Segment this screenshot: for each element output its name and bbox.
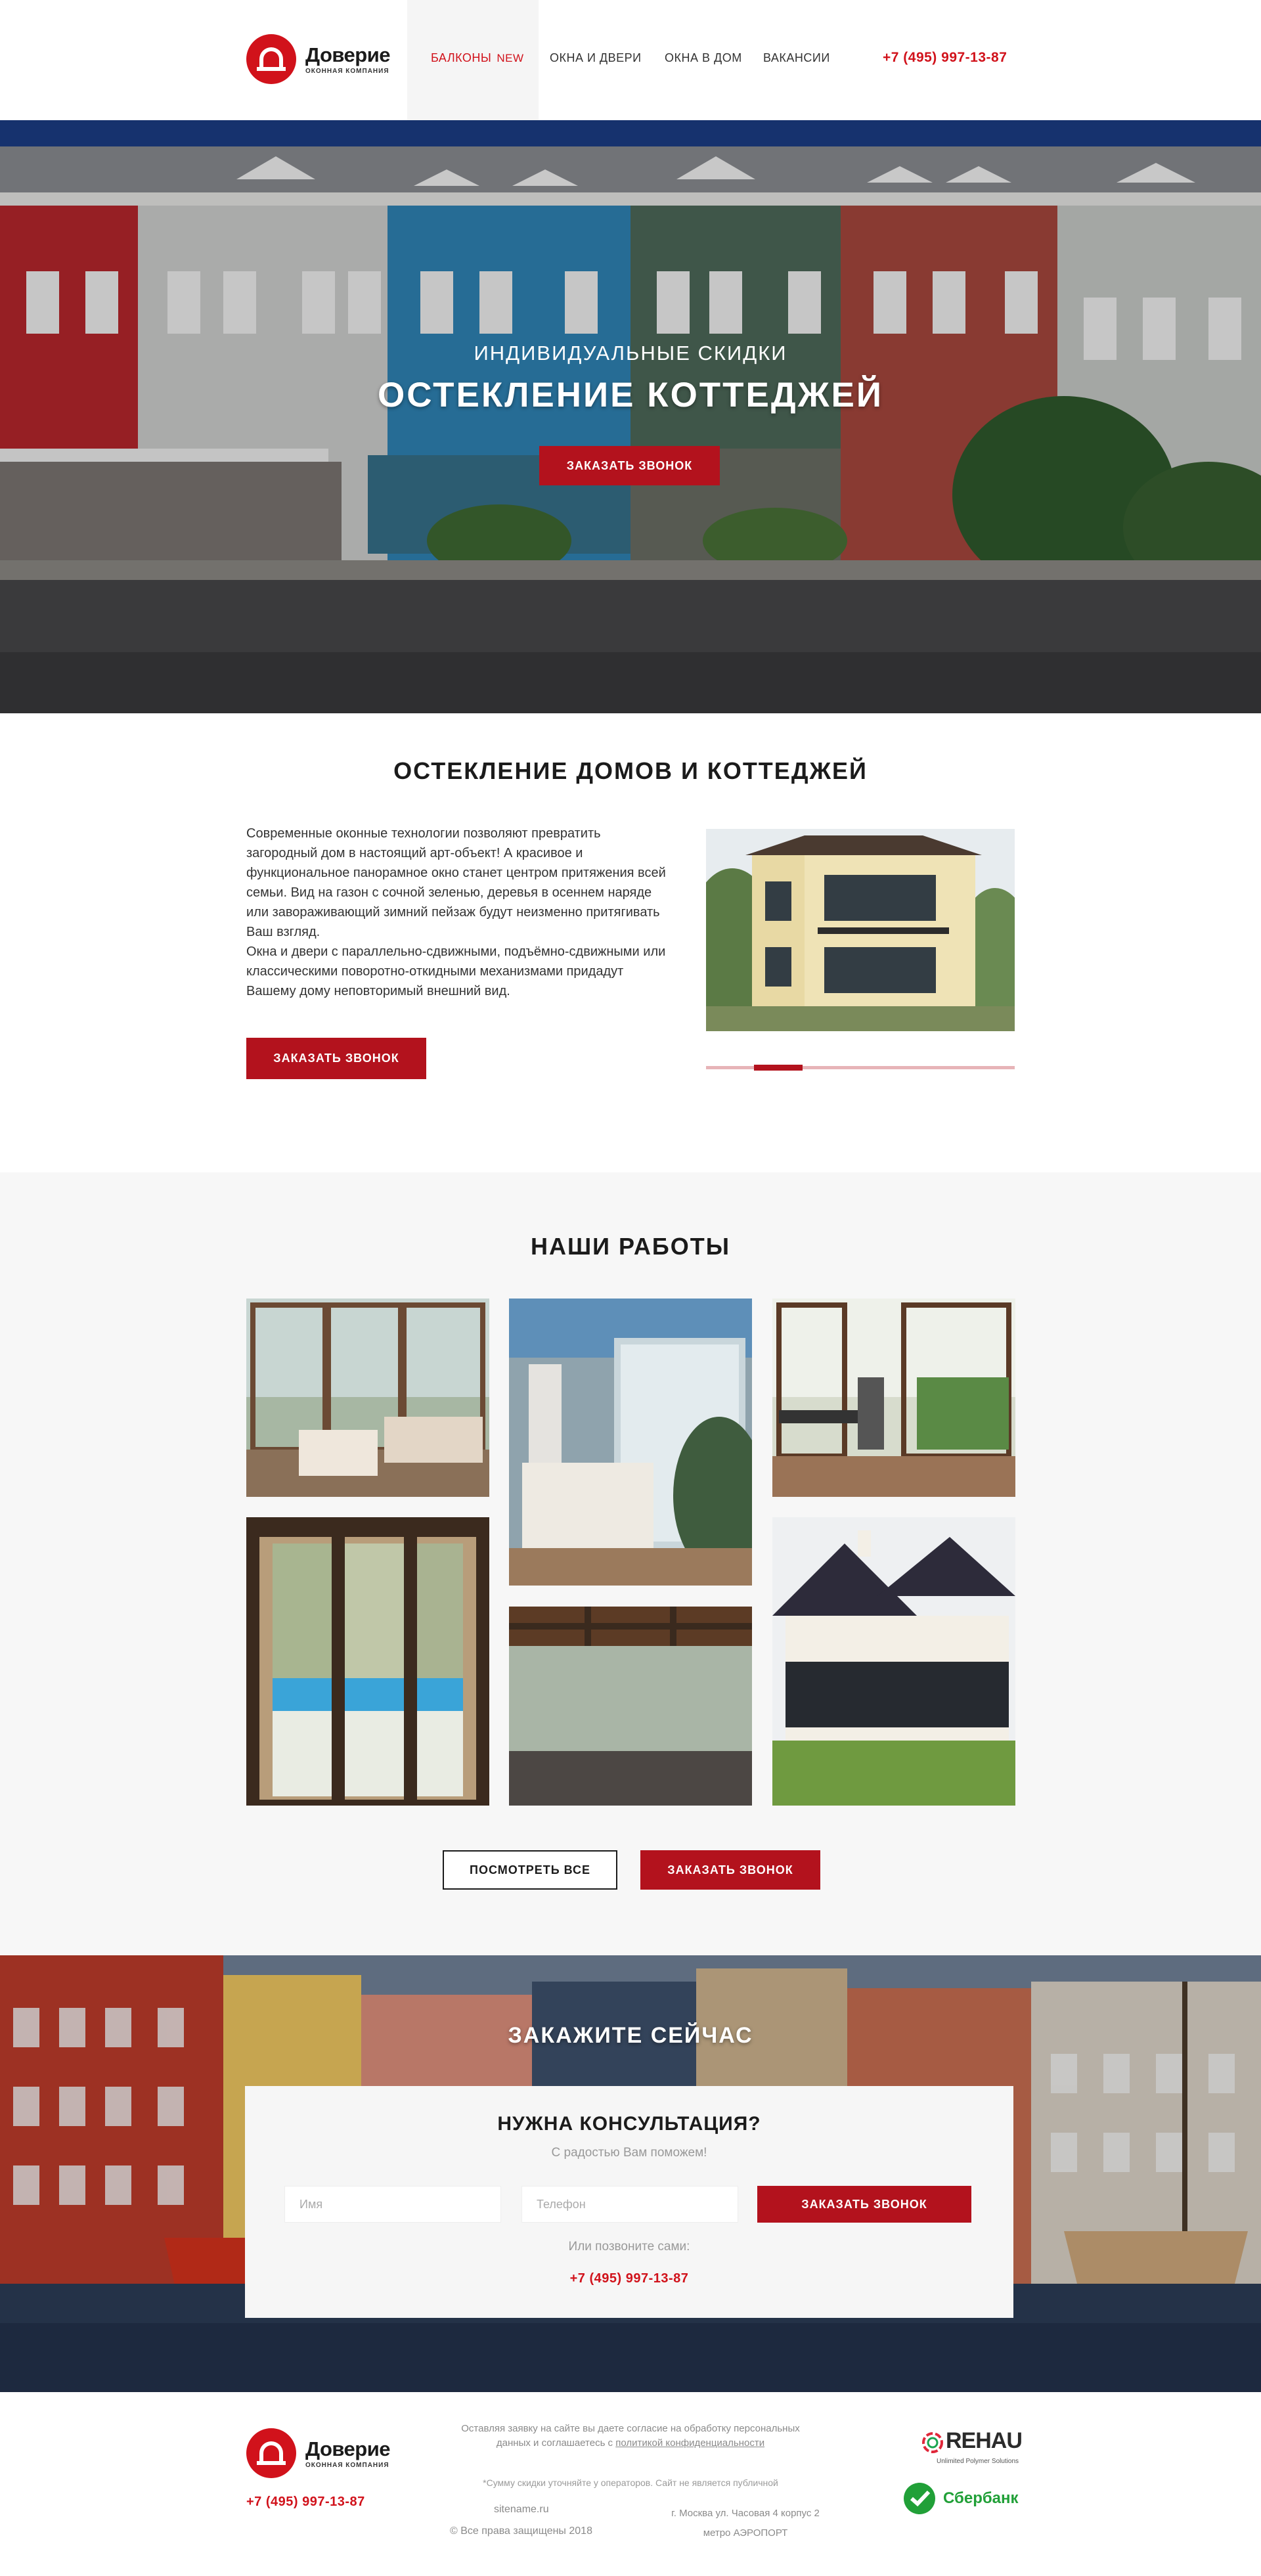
nav-new-badge: NEW: [497, 52, 524, 64]
nav-item-windows-home[interactable]: Окна в дом: [665, 51, 742, 65]
footer-site-name: sitename.ru: [494, 2504, 549, 2515]
hero-subtitle: Индивидуальные скидки: [474, 342, 787, 365]
footer-discount-note: *Сумму скидки уточняйте у операторов. Са…: [483, 2477, 778, 2488]
footer-logo[interactable]: Доверие оконная компания: [246, 2428, 391, 2478]
consultation-title: Нужна консультация?: [497, 2113, 761, 2135]
site-header: Доверие оконная компания Балконы NEW Окна…: [0, 0, 1261, 120]
sberbank-logo-icon: [904, 2483, 935, 2514]
about-description: Современные оконные технологии позволяют…: [246, 824, 673, 1001]
work-photo-gym[interactable]: [772, 1299, 1015, 1497]
cottage-photo: [706, 829, 1015, 1031]
footer-address-street: г. Москва ул. Часовая 4 корпус 2: [671, 2508, 820, 2519]
logo-name: Доверие: [305, 43, 391, 66]
logo-mark-icon: [246, 34, 296, 84]
slider-progress-track[interactable]: [706, 1066, 1015, 1069]
about-paragraph-1: Современные оконные технологии позволяют…: [246, 826, 666, 939]
logo[interactable]: Доверие оконная компания: [246, 34, 391, 84]
phone-input[interactable]: [521, 2186, 738, 2223]
sberbank-logo-text: Сбербанк: [943, 2489, 1019, 2507]
footer-address-metro: метро АЭРОПОРТ: [703, 2527, 788, 2539]
footer-logo-tagline: оконная компания: [305, 2461, 389, 2469]
slider-progress-thumb[interactable]: [754, 1065, 803, 1071]
hero-banner: [0, 120, 1261, 713]
call-yourself-text: Или позвоните сами:: [568, 2240, 690, 2254]
nav-item-balconies[interactable]: Балконы NEW: [431, 51, 524, 65]
footer-address: г. Москва ул. Часовая 4 корпус 2 метро А…: [647, 2504, 844, 2543]
logo-tagline: оконная компания: [305, 67, 389, 75]
work-photo-terrace[interactable]: [509, 1607, 752, 1806]
hero-callback-button[interactable]: Заказать звонок: [539, 446, 720, 485]
work-photo-kitchen[interactable]: [509, 1299, 752, 1586]
footer-copyright: © Все права защищены 2018: [450, 2525, 592, 2537]
hero-townhouses-image: [0, 120, 1261, 713]
sberbank-logo: Сбербанк: [901, 2480, 1019, 2517]
footer-phone-link[interactable]: +7 (495) 997-13-87: [246, 2495, 365, 2510]
name-input[interactable]: [284, 2186, 501, 2223]
view-all-works-button[interactable]: Посмотреть все: [443, 1850, 617, 1890]
rehau-logo-subtitle: Unlimited Polymer Solutions: [937, 2458, 1019, 2465]
about-callback-button[interactable]: Заказать звонок: [246, 1038, 426, 1079]
work-photo-pool-door[interactable]: [246, 1517, 489, 1806]
footer-logo-mark-icon: [246, 2428, 296, 2478]
consultation-submit-button[interactable]: Заказать звонок: [757, 2186, 971, 2223]
rehau-logo-text: REHAU: [946, 2428, 1023, 2453]
work-photo-balcony-living[interactable]: [246, 1299, 489, 1497]
about-title: Остекление домов и коттеджей: [393, 757, 868, 784]
consultation-subtitle: С радостью Вам поможем!: [551, 2146, 707, 2160]
footer-legal-text: Оставляя заявку на сайте вы даете соглас…: [460, 2422, 801, 2451]
consultation-phone-link[interactable]: +7 (495) 997-13-87: [245, 2271, 1013, 2286]
order-title: Закажите сейчас: [508, 2023, 753, 2048]
works-callback-button[interactable]: Заказать звонок: [640, 1850, 820, 1890]
header-phone-link[interactable]: +7 (495) 997-13-87: [883, 50, 1007, 66]
nav-item-windows-doors[interactable]: Окна и двери: [550, 51, 642, 65]
footer-logo-name: Доверие: [305, 2437, 391, 2460]
works-title: Наши работы: [530, 1233, 730, 1260]
hero-title: Остекление коттеджей: [377, 376, 883, 414]
nav-balconies-label: Балконы: [431, 51, 492, 64]
work-photo-house-exterior[interactable]: [772, 1517, 1015, 1806]
nav-item-vacancies[interactable]: Вакансии: [763, 51, 830, 65]
privacy-policy-link[interactable]: политикой конфиденциальности: [615, 2437, 764, 2449]
about-paragraph-2: Окна и двери с параллельно-сдвижными, по…: [246, 944, 666, 998]
